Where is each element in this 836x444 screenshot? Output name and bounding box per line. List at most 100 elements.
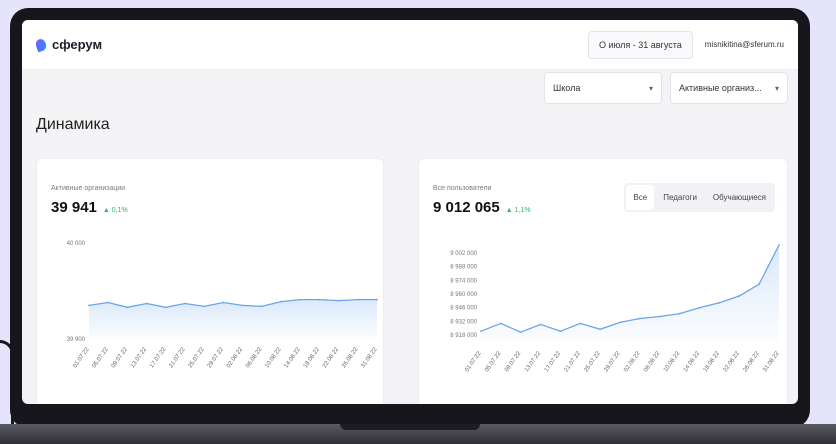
x-tick-label: 13.07.22 — [130, 346, 149, 369]
data-point — [658, 315, 661, 318]
data-point — [164, 306, 167, 309]
x-tick-label: 29.07.22 — [207, 346, 226, 369]
org-status-select[interactable]: Активные организ... ▾ — [670, 72, 788, 104]
x-tick-label: 22.08.22 — [322, 346, 341, 369]
x-tick-label: 02.08.22 — [623, 350, 642, 373]
data-point — [299, 298, 302, 301]
sferum-logo-icon — [34, 37, 48, 52]
x-tick-label: 31.08.22 — [762, 350, 781, 373]
data-point — [738, 295, 741, 297]
x-tick-label: 21.07.22 — [564, 350, 583, 373]
school-select-value: Школа — [553, 83, 581, 93]
x-tick-label: 18.08.22 — [303, 346, 322, 369]
data-point — [639, 317, 641, 320]
tab-teachers[interactable]: Педагоги — [656, 185, 704, 210]
data-point — [539, 323, 542, 326]
card-label: Активные организации — [51, 185, 126, 192]
chevron-down-icon: ▾ — [648, 83, 653, 93]
data-point — [203, 305, 206, 308]
x-tick-label: 14.08.22 — [284, 346, 303, 369]
y-tick-label: 8 946 000 — [450, 306, 477, 312]
y-tick-label: 8 988 000 — [450, 265, 477, 271]
data-point — [222, 301, 225, 304]
data-point — [88, 304, 90, 307]
data-point — [599, 328, 602, 331]
delta-badge: ▲ 1,1% — [505, 207, 531, 214]
data-point — [579, 322, 582, 325]
data-point — [241, 304, 244, 307]
x-tick-label: 17.07.22 — [149, 346, 168, 369]
top-bar: сферум О июля - 31 августа misnikitina@s… — [22, 20, 798, 70]
data-point — [260, 305, 263, 308]
data-point — [280, 300, 282, 303]
x-tick-label: 06.08.22 — [245, 346, 264, 369]
data-point — [778, 244, 780, 246]
active-orgs-chart: 40 000 39 900 01.07.22 05.07.22 09.07.22 13.0… — [67, 241, 379, 369]
x-tick-label: 29.07.22 — [603, 350, 622, 373]
x-tick-label: 09.07.22 — [504, 350, 523, 373]
data-point — [145, 302, 148, 305]
y-tick-label: 40 000 — [67, 241, 86, 247]
laptop-notch — [340, 424, 480, 430]
data-point — [499, 322, 502, 325]
x-tick-label: 26.08.22 — [341, 346, 360, 369]
org-status-select-value: Активные организ... — [679, 83, 762, 93]
data-point — [107, 301, 110, 304]
x-tick-label: 05.07.22 — [92, 346, 111, 369]
x-tick-label: 25.07.22 — [584, 350, 603, 373]
x-tick-label: 01.07.22 — [72, 346, 91, 369]
card-value: 39 941 ▲ 0,1% — [51, 199, 128, 216]
y-tick-label: 39 900 — [67, 337, 86, 343]
all-users-value: 9 012 065 — [433, 199, 500, 216]
chart-area — [481, 245, 779, 343]
device-edge — [0, 340, 14, 430]
app-screen: сферум О июля - 31 августа misnikitina@s… — [22, 20, 798, 404]
x-tick-label: 31.08.22 — [360, 346, 379, 369]
data-point — [698, 306, 701, 309]
y-tick-label: 8 960 000 — [450, 292, 477, 298]
school-select[interactable]: Школа ▾ — [544, 72, 662, 104]
active-orgs-card: 40 000 39 900 01.07.22 05.07.22 09.07.22 13.0… — [36, 158, 384, 404]
x-tick-label: 13.07.22 — [524, 350, 543, 373]
x-tick-label: 09.07.22 — [111, 346, 130, 369]
data-point — [619, 321, 621, 324]
x-tick-label: 14.08.22 — [683, 350, 702, 373]
card-value: 9 012 065 ▲ 1,1% — [433, 199, 531, 216]
x-tick-label: 26.08.22 — [742, 350, 761, 373]
tab-all[interactable]: Все — [626, 185, 655, 210]
x-tick-label: 05.07.22 — [484, 350, 503, 373]
y-tick-label: 8 918 000 — [450, 333, 477, 339]
x-tick-label: 06.08.22 — [643, 350, 662, 373]
x-tick-label: 10.08.22 — [264, 346, 283, 369]
data-point — [337, 299, 340, 302]
active-orgs-value: 39 941 — [51, 199, 97, 216]
data-point — [559, 330, 562, 333]
all-users-card: 9 002 000 8 988 000 8 974 000 8 960 000 8 94… — [418, 158, 788, 404]
chart-area — [89, 299, 377, 339]
user-email[interactable]: misnikitina@sferum.ru — [705, 40, 784, 49]
delta-badge: ▲ 0,1% — [102, 207, 128, 214]
data-point — [126, 306, 129, 309]
y-tick-label: 9 002 000 — [450, 251, 477, 257]
data-point — [480, 330, 482, 333]
data-point — [678, 312, 681, 315]
x-tick-label: 21.07.22 — [168, 346, 187, 369]
x-tick-label: 22.08.22 — [723, 350, 742, 373]
data-point — [758, 283, 761, 286]
page-title: Динамика — [36, 116, 110, 133]
logo-text: сферум — [52, 37, 103, 52]
tab-students[interactable]: Обучающиеся — [706, 185, 773, 210]
data-point — [356, 298, 359, 301]
card-label: Все пользователи — [433, 185, 492, 192]
x-tick-label: 01.07.22 — [464, 350, 483, 373]
data-point — [318, 298, 321, 301]
data-point — [376, 298, 378, 301]
x-tick-label: 25.07.22 — [188, 346, 207, 369]
y-tick-label: 8 974 000 — [450, 278, 477, 284]
x-tick-label: 10.08.22 — [663, 350, 682, 373]
chevron-down-icon: ▾ — [774, 83, 779, 93]
x-tick-label: 02.08.22 — [226, 346, 245, 369]
filters-bar: Школа ▾ Активные организ... ▾ — [544, 72, 788, 104]
date-range-button[interactable]: О июля - 31 августа — [588, 30, 693, 59]
logo[interactable]: сферум — [34, 37, 103, 52]
